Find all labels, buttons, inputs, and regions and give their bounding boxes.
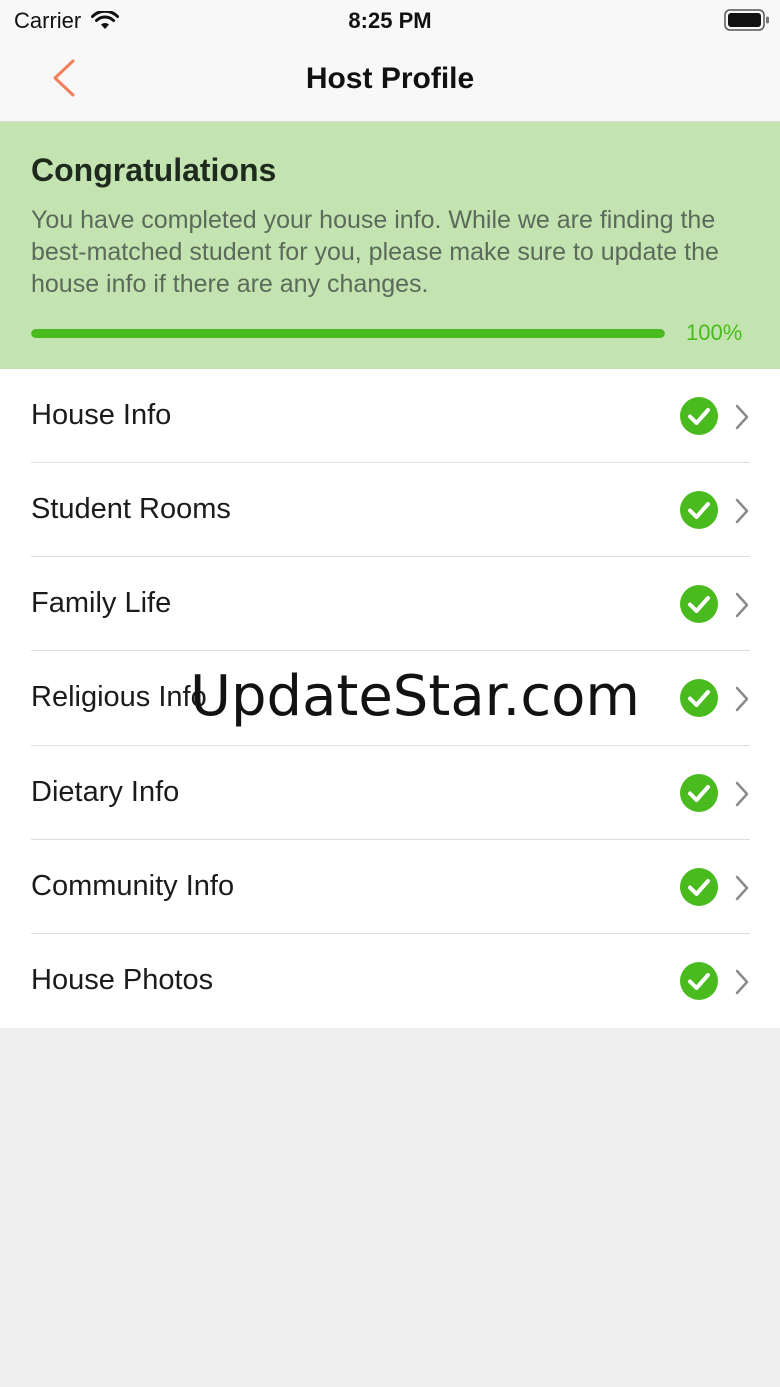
battery-icon bbox=[724, 9, 769, 31]
navigation-bar: Host Profile bbox=[0, 40, 780, 122]
chevron-right-icon bbox=[735, 404, 749, 430]
check-circle-icon bbox=[680, 491, 718, 530]
chevron-right-icon bbox=[735, 593, 749, 618]
list-item-dietary-info[interactable]: Dietary Info bbox=[0, 746, 780, 840]
list-item-student-rooms[interactable]: Student Rooms bbox=[0, 463, 780, 558]
chevron-right-icon bbox=[735, 687, 749, 712]
list-item-label: House Photos bbox=[31, 963, 214, 996]
check-circle-icon bbox=[680, 585, 718, 624]
progress-bar bbox=[31, 329, 665, 338]
chevron-right-icon bbox=[735, 498, 749, 524]
chevron-right-icon bbox=[735, 781, 749, 806]
check-circle-icon bbox=[680, 773, 718, 812]
list-item-label: Religious Info bbox=[31, 681, 207, 714]
banner-title: Congratulations bbox=[31, 152, 277, 188]
status-bar: Carrier 8:25 PM bbox=[0, 0, 780, 40]
list-item-family-life[interactable]: Family Life bbox=[0, 557, 780, 652]
progress-percent: 100% bbox=[686, 320, 743, 345]
list-item-label: Student Rooms bbox=[31, 493, 231, 526]
list-item-label: Dietary Info bbox=[31, 775, 180, 808]
check-circle-icon bbox=[680, 679, 718, 718]
chevron-right-icon bbox=[735, 969, 749, 994]
list-item-label: Family Life bbox=[31, 587, 172, 620]
list-item-label: House Info bbox=[31, 399, 172, 431]
chevron-right-icon bbox=[735, 875, 749, 900]
watermark: UpdateStar.com bbox=[190, 664, 640, 729]
status-time: 8:25 PM bbox=[348, 8, 432, 33]
check-circle-icon bbox=[680, 961, 718, 1000]
list-item-label: Community Info bbox=[31, 869, 235, 902]
banner-message: You have completed your house info. Whil… bbox=[31, 206, 719, 298]
progress-fill bbox=[31, 329, 665, 338]
list-item-house-photos[interactable]: House Photos bbox=[0, 934, 780, 1028]
list-item-house-info[interactable]: House Info bbox=[0, 369, 780, 464]
check-circle-icon bbox=[680, 867, 718, 906]
page-title: Host Profile bbox=[305, 62, 475, 95]
completion-banner: Congratulations You have completed your … bbox=[0, 122, 780, 369]
check-circle-icon bbox=[680, 397, 718, 435]
list-item-community-info[interactable]: Community Info bbox=[0, 840, 780, 934]
